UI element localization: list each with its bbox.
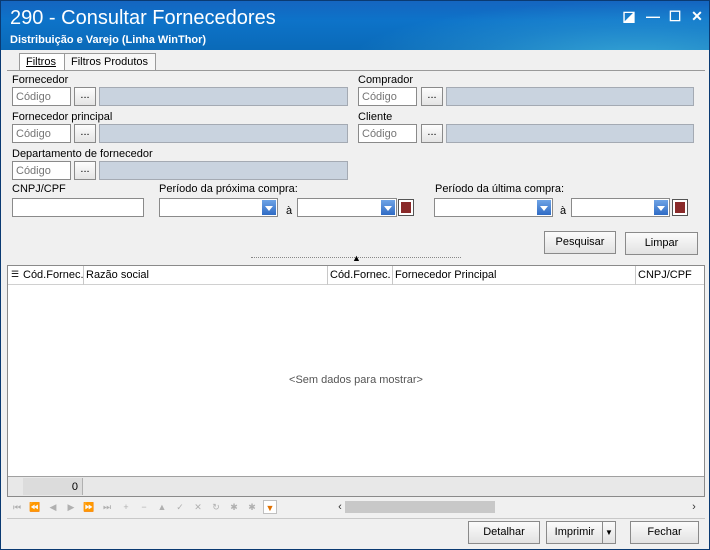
col-cod-fornec[interactable]: Cód.Fornec. — [23, 269, 84, 281]
fornecedor-principal-code-input[interactable] — [12, 124, 71, 143]
maximize-icon[interactable]: ☐ — [667, 8, 683, 24]
window-title: 290 - Consultar Fornecedores — [10, 7, 276, 29]
tab-filtros-produtos[interactable]: Filtros Produtos — [64, 53, 156, 71]
comprador-lookup-button[interactable]: ... — [421, 87, 443, 106]
fornecedor-principal-lookup-button[interactable]: ... — [74, 124, 96, 143]
record-count: 0 — [23, 478, 83, 495]
pesquisar-button[interactable]: Pesquisar — [544, 231, 616, 254]
title-bar: 290 - Consultar Fornecedores Distribuiçã… — [1, 1, 709, 50]
limpar-button[interactable]: Limpar — [625, 232, 698, 255]
scroll-right-icon[interactable]: › — [687, 500, 701, 514]
column-separator — [635, 266, 636, 285]
col-cnpj[interactable]: CNPJ/CPF — [638, 269, 692, 281]
tab-filtros[interactable]: Filtros — [19, 53, 67, 71]
proxima-compra-end-date[interactable] — [297, 198, 397, 217]
prev-record-icon[interactable]: ◀ — [46, 500, 60, 514]
departamento-code-input[interactable] — [12, 161, 71, 180]
ultima-compra-end-date[interactable] — [571, 198, 670, 217]
restore-icon[interactable]: ◪ — [621, 8, 637, 24]
horizontal-scrollbar[interactable]: ‹ › — [338, 500, 701, 514]
comprador-code-input[interactable] — [358, 87, 417, 106]
next-record-icon[interactable]: ▶ — [64, 500, 78, 514]
detalhar-button[interactable]: Detalhar — [468, 521, 540, 544]
fornecedor-description — [99, 87, 348, 106]
empty-message: <Sem dados para mostrar> — [289, 374, 423, 386]
divider — [7, 518, 705, 519]
col-fornecedor-principal[interactable]: Fornecedor Principal — [395, 269, 497, 281]
grid-footer: 0 — [8, 476, 704, 496]
scrollbar-thumb[interactable] — [345, 501, 495, 513]
results-grid: ☰ Cód.Fornec. Razão social Cód.Fornec. F… — [7, 265, 705, 497]
fornecedor-principal-label: Fornecedor principal — [12, 111, 113, 123]
chevron-up-icon[interactable]: ▲ — [352, 253, 361, 263]
cliente-label: Cliente — [358, 111, 393, 123]
column-separator — [392, 266, 393, 285]
column-separator — [327, 266, 328, 285]
calendar-icon[interactable] — [672, 199, 688, 216]
departamento-lookup-button[interactable]: ... — [74, 161, 96, 180]
imprimir-button[interactable]: Imprimir — [546, 521, 603, 544]
proxima-compra-start-date[interactable] — [159, 198, 278, 217]
cnpj-label: CNPJ/CPF — [12, 183, 66, 195]
insert-icon[interactable]: + — [119, 500, 133, 514]
tab-filtros-label: Filtros — [26, 56, 56, 68]
prev-page-icon[interactable]: ⏪ — [28, 500, 42, 514]
grid-header: ☰ Cód.Fornec. Razão social Cód.Fornec. F… — [8, 266, 704, 285]
col-cod-fornec-principal[interactable]: Cód.Fornec. — [330, 269, 391, 281]
cnpj-input[interactable] — [12, 198, 144, 217]
app-window: 290 - Consultar Fornecedores Distribuiçã… — [0, 0, 710, 550]
last-page-icon[interactable]: ⏭ — [100, 500, 114, 514]
cliente-description — [446, 124, 694, 143]
filter-icon[interactable]: ▼ — [263, 500, 277, 514]
chevron-down-icon[interactable] — [654, 200, 668, 215]
cliente-lookup-button[interactable]: ... — [421, 124, 443, 143]
fornecedor-label: Fornecedor — [12, 74, 69, 86]
ultima-compra-sep: à — [560, 205, 567, 217]
fornecedor-code-input[interactable] — [12, 87, 71, 106]
ultima-compra-label: Período da última compra: — [435, 183, 565, 195]
next-page-icon[interactable]: ⏩ — [82, 500, 96, 514]
fornecedor-principal-description — [99, 124, 348, 143]
window-subtitle: Distribuição e Varejo (Linha WinThor) — [10, 34, 207, 46]
minimize-icon[interactable]: — — [645, 8, 661, 24]
refresh-icon[interactable]: ↻ — [209, 500, 223, 514]
post-icon[interactable]: ✓ — [173, 500, 187, 514]
departamento-description — [99, 161, 348, 180]
ultima-compra-start-date[interactable] — [434, 198, 553, 217]
goto-bookmark-icon[interactable]: ✱ — [245, 500, 259, 514]
comprador-description — [446, 87, 694, 106]
chevron-down-icon[interactable] — [381, 200, 395, 215]
proxima-compra-label: Período da próxima compra: — [159, 183, 298, 195]
imprimir-dropdown-icon[interactable]: ▼ — [602, 521, 616, 544]
fechar-button[interactable]: Fechar — [630, 521, 699, 544]
proxima-compra-sep: à — [286, 205, 293, 217]
bookmark-icon[interactable]: ✱ — [227, 500, 241, 514]
column-separator — [83, 266, 84, 285]
cliente-code-input[interactable] — [358, 124, 417, 143]
grid-navigator: ⏮ ⏪ ◀ ▶ ⏩ ⏭ + − ▲ ✓ ✕ ↻ ✱ ✱ ▼ ‹ › — [7, 498, 705, 516]
comprador-label: Comprador — [358, 74, 414, 86]
column-chooser-icon[interactable]: ☰ — [11, 269, 19, 280]
departamento-label: Departamento de fornecedor — [12, 148, 153, 160]
calendar-icon[interactable] — [398, 199, 414, 216]
fornecedor-lookup-button[interactable]: ... — [74, 87, 96, 106]
first-page-icon[interactable]: ⏮ — [10, 500, 24, 514]
col-razao-social[interactable]: Razão social — [86, 269, 149, 281]
chevron-down-icon[interactable] — [262, 200, 276, 215]
edit-icon[interactable]: ▲ — [155, 500, 169, 514]
delete-icon[interactable]: − — [137, 500, 151, 514]
chevron-down-icon[interactable] — [537, 200, 551, 215]
cancel-icon[interactable]: ✕ — [191, 500, 205, 514]
close-icon[interactable]: ✕ — [689, 8, 705, 24]
